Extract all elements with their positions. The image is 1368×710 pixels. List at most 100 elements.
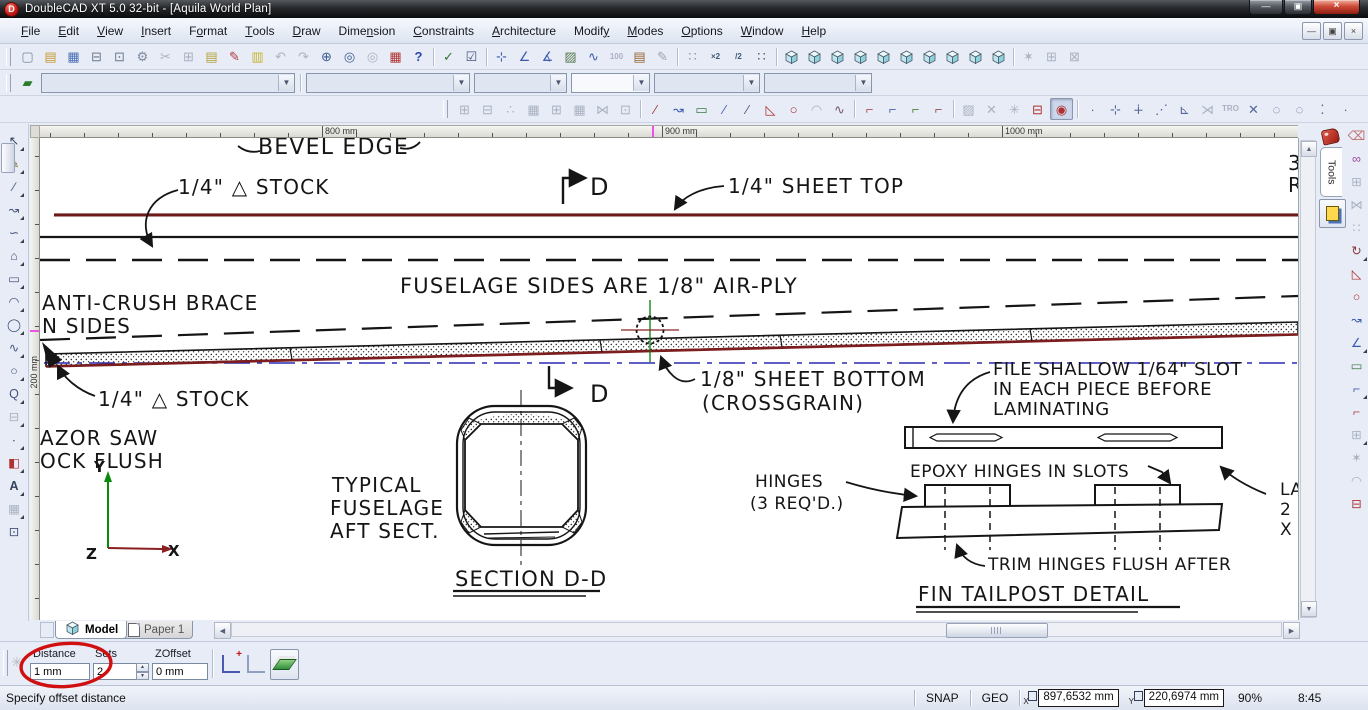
circle-modify-icon[interactable]: ○ — [1347, 287, 1367, 307]
spellcheck-abc-icon[interactable]: ✓ — [438, 47, 459, 67]
print-area-icon[interactable]: ⊟ — [1027, 99, 1048, 119]
menu-format[interactable]: Format — [180, 18, 236, 43]
view-right-icon[interactable] — [896, 47, 917, 67]
format-brush-icon[interactable]: ✎ — [224, 47, 245, 67]
fillet-radius-icon[interactable]: ⌐ — [882, 99, 903, 119]
sets-input[interactable] — [93, 663, 137, 680]
zoom-level[interactable]: 90% — [1238, 691, 1284, 705]
menu-dimension[interactable]: Dimension — [330, 18, 405, 43]
tab-scroll-left-icon[interactable]: ◀ — [214, 622, 231, 639]
sets-stepper[interactable]: ▲▼ — [136, 663, 149, 680]
snap-midpoint-icon[interactable]: ∔ — [1128, 99, 1149, 119]
mdi-restore-button[interactable]: ▣ — [1323, 22, 1342, 40]
view-left-icon[interactable] — [873, 47, 894, 67]
grid-move-icon[interactable]: ∷ — [751, 47, 772, 67]
polygon-icon[interactable]: ⌂ — [4, 246, 24, 266]
fillet-modify-icon[interactable]: ⌐ — [1347, 379, 1367, 399]
viewport-icon[interactable]: ⊡ — [4, 522, 24, 542]
lineweight-combo[interactable]: ▼ — [571, 73, 650, 93]
rectangle-icon[interactable]: ▭ — [4, 269, 24, 289]
grid-double-icon[interactable]: ×2 — [705, 47, 726, 67]
corner-icon[interactable] — [247, 655, 265, 673]
save-icon[interactable]: ▦ — [63, 47, 84, 67]
y-coordinate-value[interactable]: 220,6974 mm — [1144, 689, 1224, 707]
trim-tool-icon[interactable]: ◺ — [760, 99, 781, 119]
zoom-window-icon[interactable]: ⊕ — [316, 47, 337, 67]
help-icon[interactable]: ? — [408, 47, 429, 67]
menu-constraints[interactable]: Constraints — [404, 18, 483, 43]
menu-view[interactable]: View — [88, 18, 132, 43]
open-file-icon[interactable]: ▤ — [40, 47, 61, 67]
distance-input[interactable] — [30, 663, 90, 680]
view-front-icon[interactable] — [827, 47, 848, 67]
trim-icon[interactable]: ◺ — [1347, 264, 1367, 284]
wipe-icon[interactable]: ✎ — [652, 47, 673, 67]
toolbar-grip[interactable] — [443, 100, 448, 118]
snap-free-icon[interactable]: ∙ — [1082, 99, 1103, 119]
fillet-icon[interactable]: ⌐ — [859, 99, 880, 119]
menu-help[interactable]: Help — [792, 18, 835, 43]
text-icon[interactable]: A — [4, 476, 24, 496]
snap-nearest-icon[interactable]: ⋰ — [1151, 99, 1172, 119]
chamfer-modify-icon[interactable]: ⌐ — [1347, 402, 1367, 422]
copy-circles-icon[interactable]: ∞ — [1347, 149, 1367, 169]
close-button[interactable]: × — [1313, 0, 1360, 15]
angle-query-icon[interactable]: ∡ — [537, 47, 558, 67]
point-icon[interactable]: ∙ — [4, 430, 24, 450]
eraser-icon[interactable]: ⌫ — [1347, 126, 1367, 146]
view-sw-iso-icon[interactable] — [942, 47, 963, 67]
mdi-close-button[interactable]: × — [1344, 22, 1363, 40]
snap-quadrant-icon[interactable]: ◌ — [1266, 99, 1287, 119]
menu-edit[interactable]: Edit — [49, 18, 88, 43]
circle-icon[interactable]: ◯ — [4, 315, 24, 335]
new-file-icon[interactable]: ▢ — [17, 47, 38, 67]
inspector-grip[interactable] — [3, 650, 8, 676]
scroll-up-icon[interactable]: ▲ — [1301, 141, 1317, 157]
mdi-minimize-button[interactable]: — — [1302, 22, 1321, 40]
scale-combo[interactable]: ▼ — [764, 73, 872, 93]
vertical-scrollbar[interactable]: ▲ ▼ — [1300, 140, 1316, 618]
chamfer-distance-icon[interactable]: ⌐ — [928, 99, 949, 119]
arc-icon[interactable]: ◠ — [4, 292, 24, 312]
settings-gear-icon[interactable]: ⚙ — [132, 47, 153, 67]
offset-tool-icon[interactable]: ◉ — [1050, 98, 1073, 120]
tools-palette-tab[interactable]: Tools — [1320, 147, 1342, 197]
polyline-modify-icon[interactable]: ↝ — [1347, 310, 1367, 330]
menu-modes[interactable]: Modes — [618, 18, 672, 43]
bricks-icon[interactable]: ▤ — [629, 47, 650, 67]
view-back-icon[interactable] — [850, 47, 871, 67]
polyline-tool-icon[interactable]: ↝ — [668, 99, 689, 119]
chamfer-icon[interactable]: ⌐ — [905, 99, 926, 119]
rectangle-tool-icon[interactable]: ▭ — [691, 99, 712, 119]
rect-modify-icon[interactable]: ▭ — [1347, 356, 1367, 376]
print-preview-icon[interactable]: ⊡ — [109, 47, 130, 67]
tab-model[interactable]: Model — [55, 621, 127, 639]
menu-file[interactable]: File — [12, 18, 49, 43]
polyline-icon[interactable]: ↝ — [4, 200, 24, 220]
rotate-icon[interactable]: ↻ — [1347, 241, 1367, 261]
pattern-combo[interactable]: ▼ — [654, 73, 760, 93]
vertical-scroll-thumb[interactable] — [1, 143, 15, 173]
fill-color-icon[interactable]: ◧ — [4, 453, 24, 473]
zoffset-input[interactable] — [152, 663, 208, 680]
menu-architecture[interactable]: Architecture — [483, 18, 565, 43]
snap-center-icon[interactable]: ◌ — [1289, 99, 1310, 119]
angle-modify-icon[interactable]: ∠ — [1347, 333, 1367, 353]
curve-icon[interactable]: ∽ — [4, 223, 24, 243]
tab-paper1[interactable]: Paper 1 — [119, 621, 193, 639]
line-icon[interactable]: ∕ — [4, 177, 24, 197]
view-ne-iso-icon[interactable] — [965, 47, 986, 67]
toolbar-grip[interactable] — [6, 48, 11, 66]
parallel-line-icon[interactable]: ∕ — [714, 99, 735, 119]
color-combo[interactable]: ▼ — [306, 73, 470, 93]
view-nw-iso-icon[interactable] — [988, 47, 1009, 67]
distance-query-icon[interactable]: ∠ — [514, 47, 535, 67]
title-bar[interactable]: D DoubleCAD XT 5.0 32-bit - [Aquila Worl… — [0, 0, 1368, 18]
paste-icon[interactable]: ▤ — [201, 47, 222, 67]
curve-query-icon[interactable]: ∿ — [583, 47, 604, 67]
linestyle-combo[interactable]: ▼ — [474, 73, 567, 93]
snap-ortho-icon[interactable]: ∙ — [1335, 99, 1356, 119]
tools-palette-icon[interactable] — [1321, 127, 1341, 145]
menu-insert[interactable]: Insert — [132, 18, 180, 43]
ellipse-icon[interactable]: ○ — [4, 361, 24, 381]
